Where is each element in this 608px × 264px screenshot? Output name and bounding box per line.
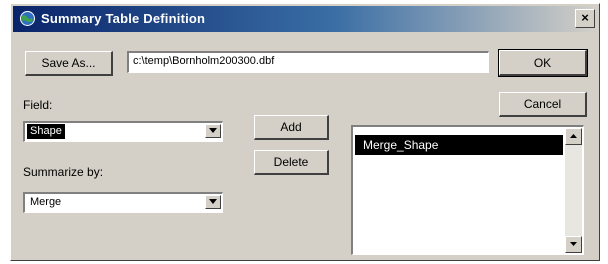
list-item[interactable]: Merge_Shape [355,135,563,155]
ok-button[interactable]: OK [498,49,588,77]
close-button[interactable]: × [575,9,595,28]
output-path-field[interactable]: c:\temp\Bornholm200300.dbf [127,51,489,73]
summarize-by-dropdown-button[interactable] [205,195,221,209]
field-dropdown-button[interactable] [205,124,221,138]
list-scrollbar[interactable] [565,128,582,253]
title-bar[interactable]: Summary Table Definition × [13,6,597,32]
dialog-title: Summary Table Definition [41,11,206,26]
scroll-up-button[interactable] [565,128,582,145]
add-button[interactable]: Add [254,115,329,140]
summarize-by-dropdown[interactable]: Merge [23,192,223,213]
globe-icon [19,10,36,27]
scroll-down-button[interactable] [565,236,582,253]
cancel-button[interactable]: Cancel [499,92,587,117]
summarize-by-label: Summarize by: [23,165,104,179]
delete-button[interactable]: Delete [254,150,329,175]
field-selected-value: Shape [27,124,65,139]
field-dropdown[interactable]: Shape [23,121,223,142]
summary-fields-list[interactable]: Merge_Shape [351,125,584,255]
summary-table-dialog: Summary Table Definition × Save As... c:… [10,3,600,261]
field-label: Field: [23,98,53,112]
save-as-button[interactable]: Save As... [25,51,113,76]
summarize-by-selected-value: Merge [30,196,62,208]
